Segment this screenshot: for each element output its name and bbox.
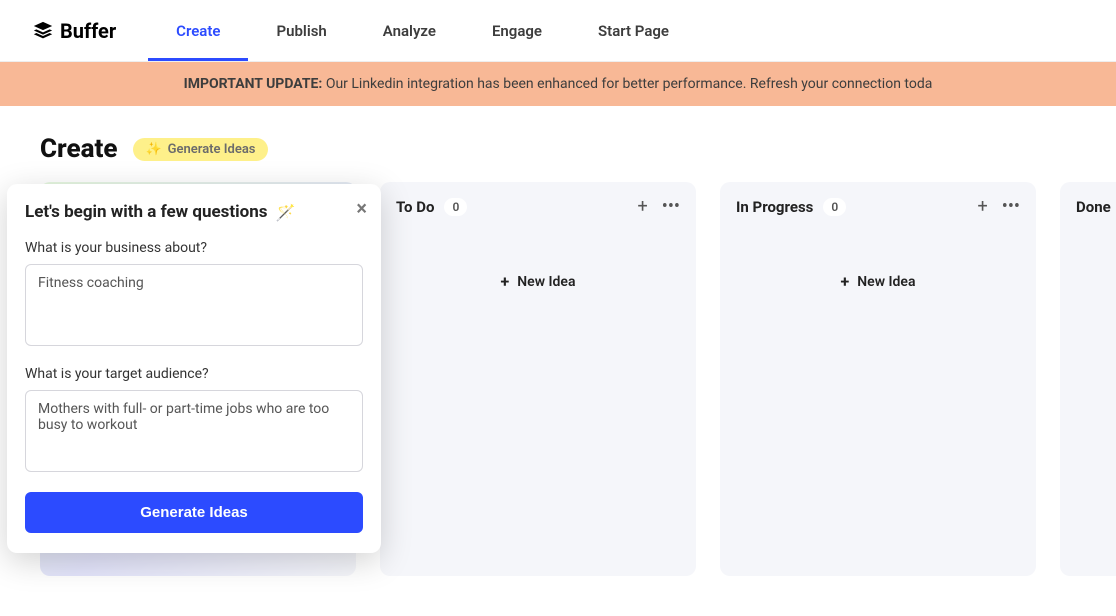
plus-icon: + xyxy=(501,272,510,291)
generate-ideas-button[interactable]: Generate Ideas xyxy=(25,492,363,533)
column-todo: To Do 0 + ••• + New Idea xyxy=(380,182,696,576)
column-count: 0 xyxy=(823,198,846,216)
column-header: To Do 0 + ••• xyxy=(396,198,680,216)
generate-ideas-popover: Let's begin with a few questions 🪄 × Wha… xyxy=(7,184,381,553)
more-icon[interactable]: ••• xyxy=(1002,198,1020,216)
column-actions: + ••• xyxy=(978,198,1020,216)
column-count: 0 xyxy=(444,198,467,216)
banner-prefix: IMPORTANT UPDATE: xyxy=(184,76,326,92)
announcement-banner: IMPORTANT UPDATE: Our Linkedin integrati… xyxy=(0,62,1116,106)
close-icon[interactable]: × xyxy=(356,196,367,220)
q1-input[interactable] xyxy=(25,264,363,346)
more-icon[interactable]: ••• xyxy=(662,198,680,216)
app-logo[interactable]: Buffer xyxy=(0,19,148,43)
new-idea-label: New Idea xyxy=(517,274,575,290)
popover-title: Let's begin with a few questions 🪄 xyxy=(25,202,363,222)
nav-publish[interactable]: Publish xyxy=(248,0,354,61)
nav-start-page[interactable]: Start Page xyxy=(570,0,697,61)
generate-ideas-pill[interactable]: ✨ Generate Ideas xyxy=(133,138,267,161)
wand-icon: 🪄 xyxy=(276,203,296,222)
column-done: Done 0 xyxy=(1060,182,1116,576)
q2-label: What is your target audience? xyxy=(25,366,363,382)
column-actions: + ••• xyxy=(638,198,680,216)
page-title: Create xyxy=(40,134,117,164)
nav-engage[interactable]: Engage xyxy=(464,0,570,61)
banner-text: Our Linkedin integration has been enhanc… xyxy=(326,76,933,92)
app-name: Buffer xyxy=(60,19,116,43)
column-title: In Progress xyxy=(736,198,813,216)
popover-form: What is your business about? What is you… xyxy=(25,240,363,533)
nav-create[interactable]: Create xyxy=(148,0,248,61)
column-header: Done 0 xyxy=(1076,198,1116,216)
new-idea-button[interactable]: + New Idea xyxy=(736,216,1020,291)
top-nav: Buffer Create Publish Analyze Engage Sta… xyxy=(0,0,1116,62)
new-idea-button[interactable]: + New Idea xyxy=(396,216,680,291)
nav-analyze[interactable]: Analyze xyxy=(355,0,464,61)
page-header: Create ✨ Generate Ideas xyxy=(0,106,1116,182)
plus-icon: + xyxy=(841,272,850,291)
question-2: What is your target audience? xyxy=(25,366,363,476)
q1-label: What is your business about? xyxy=(25,240,363,256)
sparkle-icon: ✨ xyxy=(145,142,161,157)
column-title: Done xyxy=(1076,198,1111,216)
column-title: To Do xyxy=(396,198,434,216)
new-idea-label: New Idea xyxy=(857,274,915,290)
buffer-icon xyxy=(32,20,54,42)
question-1: What is your business about? xyxy=(25,240,363,350)
q2-input[interactable] xyxy=(25,390,363,472)
nav-tabs: Create Publish Analyze Engage Start Page xyxy=(148,0,697,61)
add-icon[interactable]: + xyxy=(638,198,648,216)
generate-ideas-label: Generate Ideas xyxy=(168,142,256,157)
column-in-progress: In Progress 0 + ••• + New Idea xyxy=(720,182,1036,576)
column-header: In Progress 0 + ••• xyxy=(736,198,1020,216)
add-icon[interactable]: + xyxy=(978,198,988,216)
